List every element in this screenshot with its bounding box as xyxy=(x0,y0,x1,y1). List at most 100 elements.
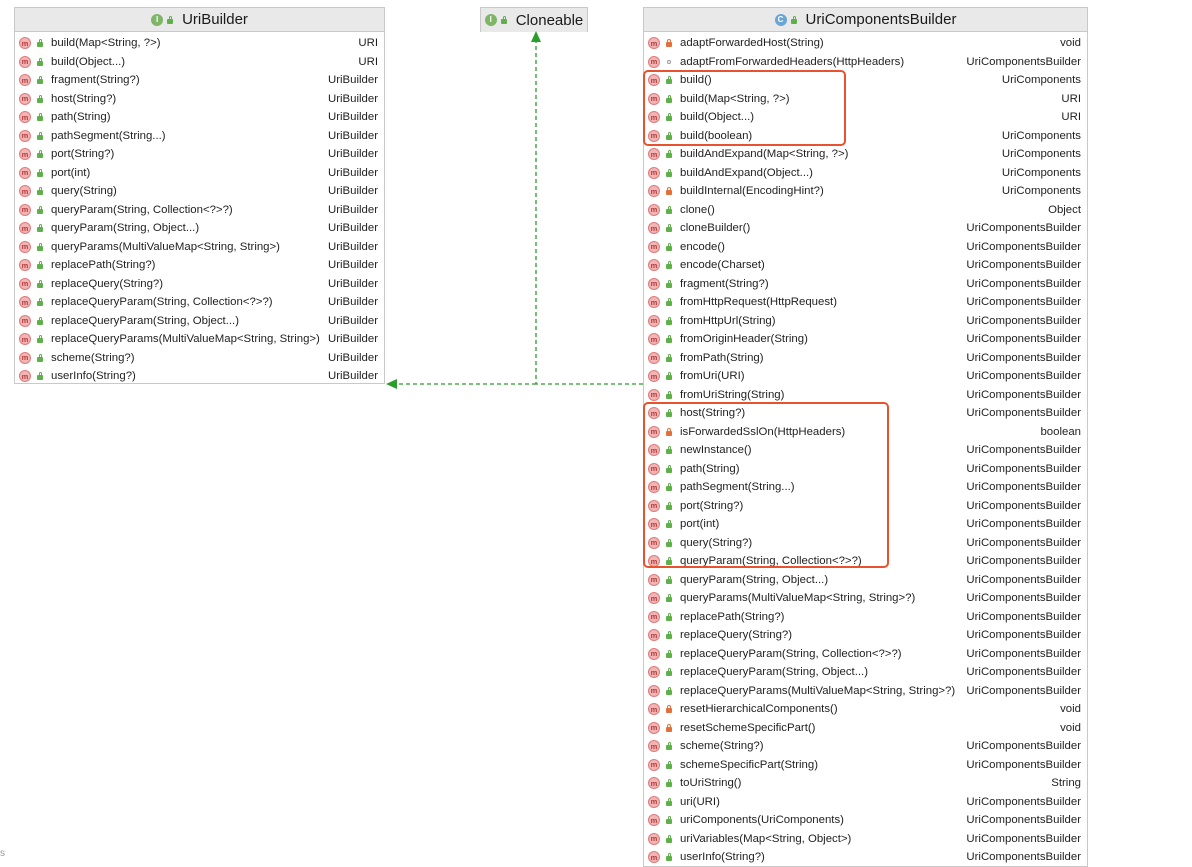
method-row-build-boolean[interactable]: m build(boolean) UriComponents xyxy=(644,127,1087,146)
method-icon: m xyxy=(19,92,31,105)
method-row-schemespecificpart-string[interactable]: m schemeSpecificPart(String) UriComponents… xyxy=(644,756,1087,775)
method-row-encode-charset[interactable]: m encode(Charset) UriComponentsBuilder xyxy=(644,256,1087,275)
method-row-urivariables-map-string-object[interactable]: m uriVariables(Map<String, Object>) UriCom… xyxy=(644,830,1087,849)
method-row-pathsegment-string[interactable]: m pathSegment(String...) UriBuilder xyxy=(15,127,384,146)
method-signature: port(int) xyxy=(680,518,720,531)
method-return-type: UriComponentsBuilder xyxy=(966,481,1081,494)
method-row-host-string[interactable]: m host(String?) UriBuilder xyxy=(15,90,384,109)
method-row-path-string[interactable]: m path(String) UriBuilder xyxy=(15,108,384,127)
method-return-type: URI xyxy=(358,55,378,68)
method-row-fromuri-uri[interactable]: m fromUri(URI) UriComponentsBuilder xyxy=(644,367,1087,386)
method-icon: m xyxy=(19,351,31,364)
method-row-port-int[interactable]: m port(int) UriComponentsBuilder xyxy=(644,515,1087,534)
method-row-replacequeryparam-string-collection[interactable]: m replaceQueryParam(String, Collection<?>… xyxy=(15,293,384,312)
method-signature: replaceQueryParams(MultiValueMap<String,… xyxy=(680,684,956,697)
method-row-touristring[interactable]: m toUriString() String xyxy=(644,774,1087,793)
method-row-replacequeryparam-string-collection[interactable]: m replaceQueryParam(String, Collection<?>… xyxy=(644,645,1087,664)
class-box-cloneable[interactable]: I Cloneable xyxy=(480,7,588,32)
method-row-port-int[interactable]: m port(int) UriBuilder xyxy=(15,164,384,183)
method-row-scheme-string[interactable]: m scheme(String?) UriBuilder xyxy=(15,349,384,368)
method-icon: m xyxy=(648,425,660,438)
method-row-scheme-string[interactable]: m scheme(String?) UriComponentsBuilder xyxy=(644,737,1087,756)
method-row-queryparam-string-collection[interactable]: m queryParam(String, Collection<?>?) UriCo… xyxy=(644,552,1087,571)
method-row-fromhttprequest-httprequest[interactable]: m fromHttpRequest(HttpRequest) UriComponen… xyxy=(644,293,1087,312)
method-row-replacepath-string[interactable]: m replacePath(String?) UriBuilder xyxy=(15,256,384,275)
class-header-uricomponentsbuilder[interactable]: C UriComponentsBuilder xyxy=(644,8,1087,32)
method-row-query-string[interactable]: m query(String?) UriComponentsBuilder xyxy=(644,534,1087,553)
method-row-clone[interactable]: m clone() Object xyxy=(644,201,1087,220)
method-row-clonebuilder[interactable]: m cloneBuilder() UriComponentsBuilder xyxy=(644,219,1087,238)
method-return-type: UriComponents xyxy=(1001,74,1081,87)
method-icon: m xyxy=(648,499,660,512)
method-row-buildandexpand-object[interactable]: m buildAndExpand(Object...) UriComponents xyxy=(644,164,1087,183)
method-row-replacequeryparam-string-object[interactable]: m replaceQueryParam(String, Object...) Uri… xyxy=(15,312,384,331)
method-return-type: String xyxy=(1051,777,1081,790)
method-signature: fromUriString(String) xyxy=(680,388,785,401)
method-icon: m xyxy=(19,129,31,142)
method-return-type: UriBuilder xyxy=(327,296,378,309)
method-row-userinfo-string[interactable]: m userInfo(String?) UriComponentsBuilder xyxy=(644,848,1087,867)
method-row-fragment-string[interactable]: m fragment(String?) UriComponentsBuilder xyxy=(644,275,1087,294)
method-row-uri-uri[interactable]: m uri(URI) UriComponentsBuilder xyxy=(644,793,1087,812)
method-row-build-map-string[interactable]: m build(Map<String, ?>) URI xyxy=(15,34,384,53)
public-visibility-icon xyxy=(664,501,674,511)
method-row-queryparam-string-object[interactable]: m queryParam(String, Object...) UriBuilder xyxy=(15,219,384,238)
method-row-build-object[interactable]: m build(Object...) URI xyxy=(644,108,1087,127)
method-row-replacequeryparams-multivaluemap-string-string[interactable]: m replaceQueryParams(MultiValueMap<String… xyxy=(644,682,1087,701)
public-visibility-icon xyxy=(664,445,674,455)
method-row-encode[interactable]: m encode() UriComponentsBuilder xyxy=(644,238,1087,257)
method-row-buildinternal-encodinghint[interactable]: m buildInternal(EncodingHint?) UriComponen… xyxy=(644,182,1087,201)
method-signature: encode() xyxy=(680,240,725,253)
method-row-replacequeryparams-multivaluemap-string-string[interactable]: m replaceQueryParams(MultiValueMap<String… xyxy=(15,330,384,349)
method-row-port-string[interactable]: m port(String?) UriBuilder xyxy=(15,145,384,164)
method-return-type: UriComponentsBuilder xyxy=(966,240,1081,253)
method-row-path-string[interactable]: m path(String) UriComponentsBuilder xyxy=(644,460,1087,479)
method-row-queryparam-string-collection[interactable]: m queryParam(String, Collection<?>?) UriBu… xyxy=(15,201,384,220)
method-row-buildandexpand-map-string[interactable]: m buildAndExpand(Map<String, ?>) UriCompon… xyxy=(644,145,1087,164)
public-visibility-icon xyxy=(664,815,674,825)
method-row-userinfo-string[interactable]: m userInfo(String?) UriBuilder xyxy=(15,367,384,386)
method-row-pathsegment-string[interactable]: m pathSegment(String...) UriComponentsBuil… xyxy=(644,478,1087,497)
public-visibility-icon xyxy=(664,334,674,344)
method-row-query-string[interactable]: m query(String) UriBuilder xyxy=(15,182,384,201)
private-visibility-icon xyxy=(664,186,674,196)
method-signature: scheme(String?) xyxy=(680,740,764,753)
method-row-newinstance[interactable]: m newInstance() UriComponentsBuilder xyxy=(644,441,1087,460)
method-row-resethierarchicalcomponents[interactable]: m resetHierarchicalComponents() void xyxy=(644,700,1087,719)
method-row-fromuristring-string[interactable]: m fromUriString(String) UriComponentsBuild… xyxy=(644,386,1087,405)
method-return-type: UriBuilder xyxy=(327,185,378,198)
class-header-cloneable[interactable]: I Cloneable xyxy=(481,8,587,32)
method-row-resetschemespecificpart[interactable]: m resetSchemeSpecificPart() void xyxy=(644,719,1087,738)
method-row-replacequery-string[interactable]: m replaceQuery(String?) UriBuilder xyxy=(15,275,384,294)
class-box-uricomponentsbuilder[interactable]: C UriComponentsBuilder m adaptForwardedHo… xyxy=(643,7,1088,867)
method-row-replacequeryparam-string-object[interactable]: m replaceQueryParam(String, Object...) Uri… xyxy=(644,663,1087,682)
public-visibility-icon xyxy=(664,686,674,696)
method-row-queryparams-multivaluemap-string-string[interactable]: m queryParams(MultiValueMap<String, Strin… xyxy=(15,238,384,257)
public-visibility-icon xyxy=(664,612,674,622)
method-row-isforwardedsslon-httpheaders[interactable]: m isForwardedSslOn(HttpHeaders) boolean xyxy=(644,423,1087,442)
method-row-build-object[interactable]: m build(Object...) URI xyxy=(15,53,384,72)
method-row-adaptforwardedhost-string[interactable]: m adaptForwardedHost(String) void xyxy=(644,34,1087,53)
class-header-uribuilder[interactable]: I UriBuilder xyxy=(15,8,384,32)
method-row-build[interactable]: m build() UriComponents xyxy=(644,71,1087,90)
method-signature: cloneBuilder() xyxy=(680,222,751,235)
method-row-fromhttpurl-string[interactable]: m fromHttpUrl(String) UriComponentsBuilder xyxy=(644,312,1087,331)
method-return-type: UriBuilder xyxy=(327,111,378,124)
method-row-build-map-string[interactable]: m build(Map<String, ?>) URI xyxy=(644,90,1087,109)
method-row-queryparam-string-object[interactable]: m queryParam(String, Object...) UriCompone… xyxy=(644,571,1087,590)
method-icon: m xyxy=(648,314,660,327)
method-row-queryparams-multivaluemap-string-string[interactable]: m queryParams(MultiValueMap<String, Strin… xyxy=(644,589,1087,608)
method-row-uricomponents-uricomponents[interactable]: m uriComponents(UriComponents) UriComponen… xyxy=(644,811,1087,830)
method-row-fragment-string[interactable]: m fragment(String?) UriBuilder xyxy=(15,71,384,90)
method-signature: build(Object...) xyxy=(680,111,755,124)
method-row-replacepath-string[interactable]: m replacePath(String?) UriComponentsBuilde… xyxy=(644,608,1087,627)
method-row-adaptfromforwardedheaders-httpheaders[interactable]: m adaptFromForwardedHeaders(HttpHeaders) U… xyxy=(644,53,1087,72)
method-signature: fromHttpRequest(HttpRequest) xyxy=(680,296,837,309)
method-row-fromoriginheader-string[interactable]: m fromOriginHeader(String) UriComponentsBu… xyxy=(644,330,1087,349)
method-icon: m xyxy=(648,629,660,642)
method-row-frompath-string[interactable]: m fromPath(String) UriComponentsBuilder xyxy=(644,349,1087,368)
class-box-uribuilder[interactable]: I UriBuilder m build(Map<String, ?>) URI m b… xyxy=(14,7,385,384)
method-row-replacequery-string[interactable]: m replaceQuery(String?) UriComponentsBuild… xyxy=(644,626,1087,645)
method-row-host-string[interactable]: m host(String?) UriComponentsBuilder xyxy=(644,404,1087,423)
method-row-port-string[interactable]: m port(String?) UriComponentsBuilder xyxy=(644,497,1087,516)
